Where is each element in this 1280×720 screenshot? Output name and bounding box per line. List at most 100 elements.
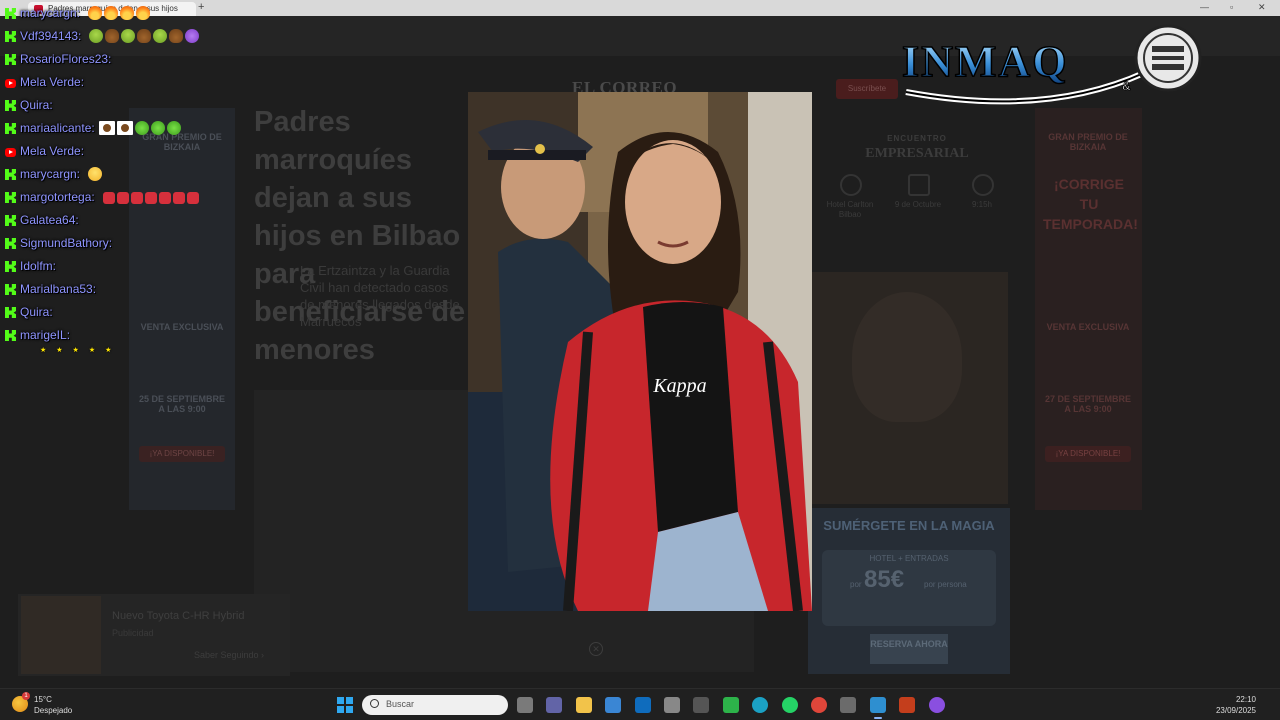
fire-emoji-icon [136, 6, 150, 20]
chat-message: Vdf394143: [0, 25, 470, 48]
kick-icon [5, 330, 16, 341]
circle-app-icon[interactable] [928, 697, 945, 713]
inmaq-logo: INMAQ & [901, 24, 1202, 105]
chrome-icon[interactable] [811, 697, 827, 713]
promo-more-link[interactable]: Saber Seguindo › [194, 650, 264, 660]
green-emoji-icon [151, 121, 165, 135]
sick-emoji-icon [153, 29, 167, 43]
angry-emoji-icon [145, 192, 157, 204]
promo-card[interactable]: Nuevo Toyota C-HR Hybrid Publicidad Sabe… [18, 594, 290, 676]
chat-message: margotortega: [0, 186, 470, 209]
kick-icon [5, 192, 16, 203]
minimize-icon[interactable]: — [1200, 2, 1209, 12]
start-button[interactable] [337, 697, 353, 713]
thumbnail-person [852, 292, 962, 422]
windows-logo-icon [346, 697, 353, 704]
chat-message: marigeIL: [0, 324, 470, 347]
green-app-icon[interactable] [722, 697, 739, 713]
chat-body [84, 2, 152, 25]
youtube-icon [5, 79, 16, 88]
chat-username: marigeIL: [20, 328, 71, 342]
chat-message: Quira: [0, 301, 470, 324]
weather-condition[interactable]: Despejado [34, 706, 72, 715]
devil-emoji-icon [185, 29, 199, 43]
encuentro-panel[interactable]: ENCUENTRO EMPRESARIAL Hotel Carlton Bilb… [812, 108, 1010, 268]
windows-logo-icon [337, 706, 344, 713]
green-emoji-icon [167, 121, 181, 135]
encuentro-date: 9 de Octubre [894, 200, 942, 209]
system-clock[interactable]: 22:10 23/09/2025 [1216, 694, 1256, 716]
video-thumbnail[interactable] [812, 272, 1008, 504]
outlook-icon[interactable] [634, 697, 651, 713]
kick-icon [5, 169, 16, 180]
close-window-icon[interactable]: ✕ [1258, 2, 1266, 13]
poo-emoji-icon [137, 29, 151, 43]
logo-amp: & [1122, 79, 1131, 93]
browser-app-icon[interactable] [869, 697, 886, 719]
kick-icon [5, 261, 16, 272]
close-ad-icon[interactable]: ✕ [589, 642, 603, 656]
chat-username: SigmundBathory: [20, 236, 113, 250]
reserva-button[interactable]: RESERVA AHORA [870, 634, 948, 664]
chat-username: Mela Verde: [20, 75, 85, 89]
magia-ad[interactable]: SUMÉRGETE EN LA MAGIA HOTEL + ENTRADAS p… [808, 508, 1010, 674]
capture-app-icon[interactable] [693, 697, 710, 713]
chat-username: Marialbana53: [20, 282, 97, 296]
kick-icon [5, 284, 16, 295]
taskbar: 1 15°C Despejado Buscar 22:10 23/09/2025 [0, 688, 1280, 720]
task-view-icon[interactable] [517, 697, 533, 713]
news-photo: Kappa [468, 92, 812, 611]
chat-username: marycargn: [20, 6, 81, 20]
magia-desde: por [850, 580, 862, 589]
subscribe-button[interactable]: Suscríbete [836, 79, 898, 99]
ad-label: VENTA EXCLUSIVA [1046, 322, 1130, 332]
ad-headline: ¡CORRIGE TU TEMPORADA! [1043, 176, 1138, 232]
green-emoji-icon [135, 121, 149, 135]
fire-emoji-icon [120, 6, 134, 20]
chat-emojis [88, 6, 152, 20]
chat-username: margotortega: [20, 190, 95, 204]
ad-cta[interactable]: ¡YA DISPONIBLE! [139, 446, 225, 462]
box-emoji-icon [117, 121, 133, 135]
angry-emoji-icon [117, 192, 129, 204]
encuentro-title: EMPRESARIAL [865, 146, 969, 161]
ad-banner-right[interactable]: GRAN PREMIO DE BIZKAIA ¡CORRIGE TU TEMPO… [1035, 108, 1142, 510]
angry-emoji-icon [103, 192, 115, 204]
edge-icon[interactable] [752, 697, 769, 713]
search-placeholder: Buscar [386, 699, 415, 709]
kick-icon [5, 100, 16, 111]
teams-icon[interactable] [546, 697, 563, 713]
chat-message: marycargn: [0, 163, 470, 186]
powerpoint-icon[interactable] [899, 697, 916, 713]
desktop: Padres marroquíes dejan a sus hijos + — … [0, 0, 1280, 720]
fire-emoji-icon [88, 6, 102, 20]
store-icon[interactable] [605, 697, 622, 713]
angry-emoji-icon [131, 192, 143, 204]
chat-message: Quira: [0, 94, 470, 117]
chat-message: Galatea64: [0, 209, 470, 232]
calendar-icon [908, 174, 930, 196]
logo-text: INMAQ [902, 37, 1068, 86]
poo-emoji-icon [169, 29, 183, 43]
chat-message: Idolfm: [0, 255, 470, 278]
shield-app-icon[interactable] [840, 697, 857, 713]
chat-username: Idolfm: [20, 259, 57, 273]
kick-icon [5, 123, 16, 134]
fire-emoji-icon [104, 6, 118, 20]
windows-logo-icon [337, 697, 344, 704]
whatsapp-icon[interactable] [781, 697, 798, 713]
chat-message: mariaalicante: [0, 117, 470, 140]
ad-cta[interactable]: ¡YA DISPONIBLE! [1045, 446, 1131, 462]
maximize-icon[interactable]: ▫ [1230, 2, 1233, 12]
file-explorer-icon[interactable] [575, 697, 592, 713]
weather-temperature[interactable]: 15°C [34, 695, 52, 704]
taskbar-search[interactable]: Buscar [362, 695, 508, 715]
settings-app-icon[interactable] [664, 697, 680, 713]
magia-title: SUMÉRGETE EN LA MAGIA [823, 518, 995, 533]
ad-label: 25 DE SEPTIEMBRE A LAS 9:00 [138, 394, 226, 414]
promo-thumbnail [21, 596, 101, 674]
magia-per: por persona [924, 580, 967, 589]
laugh-emoji-icon [88, 167, 102, 181]
chat-body [84, 163, 104, 186]
poo-emoji-icon [105, 29, 119, 43]
